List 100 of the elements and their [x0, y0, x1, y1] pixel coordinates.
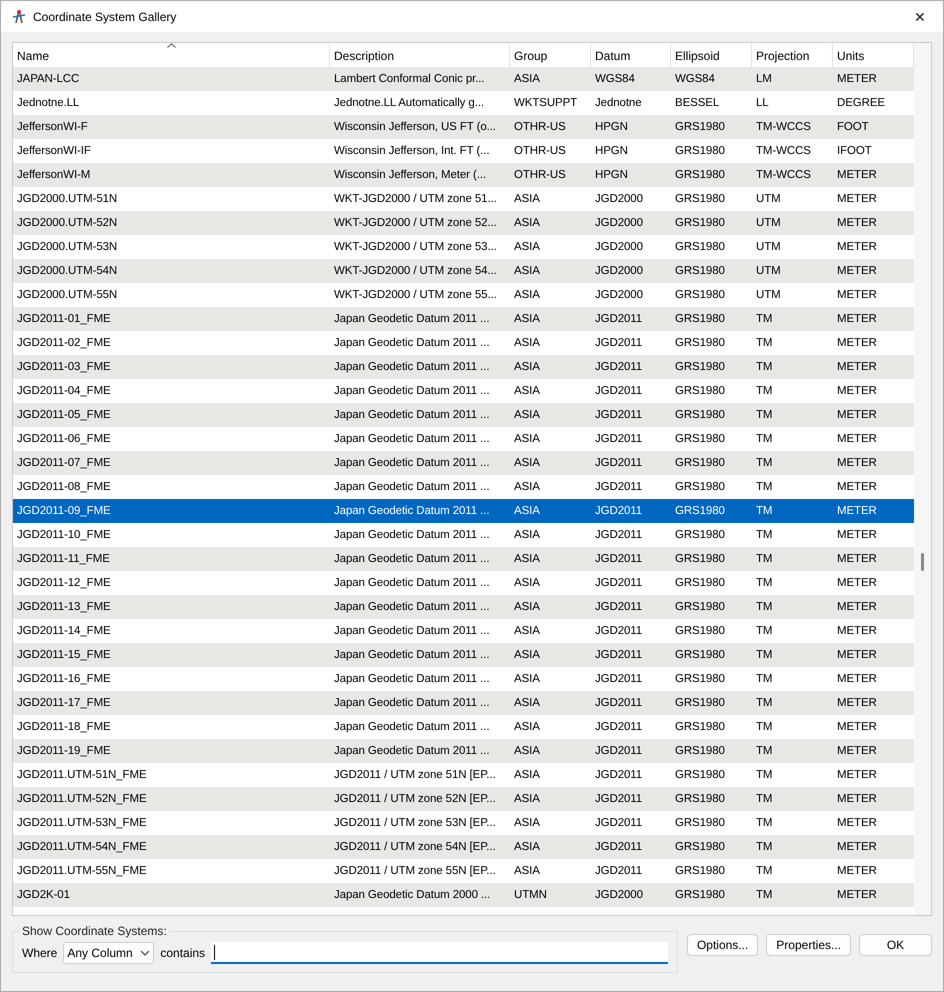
table-row[interactable]: JeffersonWI-M Wisconsin Jefferson, Meter (... OTHR-US HPGN GRS1980 TM-WCCS METER	[13, 163, 914, 187]
table-row[interactable]: JGD2011.UTM-51N_FME JGD2011 / UTM zone 51N [EP... ASIA JGD2011 GRS1980 TM METER	[13, 763, 914, 787]
table-row[interactable]: JGD2011-14_FME Japan Geodetic Datum 2011 ... ASIA JGD2011 GRS1980 TM METER	[13, 619, 914, 643]
table-cell-text: TM	[755, 361, 774, 373]
table-cell-text: HPGN	[594, 145, 629, 157]
table-row[interactable]: JGD2011-15_FME Japan Geodetic Datum 2011 ... ASIA JGD2011 GRS1980 TM METER	[13, 643, 914, 667]
table-cell-text: DEGREE	[836, 97, 886, 109]
table-row[interactable]: JGD2000.UTM-55N WKT-JGD2000 / UTM zone 55... ASIA JGD2000 GRS1980 UTM METER	[13, 283, 914, 307]
table-row[interactable]: JGD2000.UTM-51N WKT-JGD2000 / UTM zone 51... ASIA JGD2000 GRS1980 UTM METER	[13, 187, 914, 211]
table-row[interactable]: JGD2K-01 Japan Geodetic Datum 2000 ... UTMN JGD2000 GRS1980 TM METER	[13, 883, 914, 907]
table-row[interactable]: JGD2011-12_FME Japan Geodetic Datum 2011 ... ASIA JGD2011 GRS1980 TM METER	[13, 571, 914, 595]
table-row[interactable]: JGD2011-04_FME Japan Geodetic Datum 2011 ... ASIA JGD2011 GRS1980 TM METER	[13, 379, 914, 403]
table-cell-text: WKT-JGD2000 / UTM zone 55...	[333, 289, 498, 301]
dialog-button[interactable]: OK	[859, 934, 932, 956]
table-cell-text: JGD2011-05_FME	[16, 409, 112, 421]
table-cell-text: JGD2011	[594, 529, 644, 541]
table-cell-text: GRS1980	[674, 313, 726, 325]
table-cell-text: GRS1980	[674, 529, 726, 541]
table-cell-text: JGD2000	[594, 217, 644, 229]
table-cell-text: Wisconsin Jefferson, US FT (o...	[333, 121, 497, 133]
search-field[interactable]	[211, 942, 668, 964]
table-cell-text: JGD2011-16_FME	[16, 673, 112, 685]
table-cell-text: TM	[755, 625, 774, 637]
table-row[interactable]: JGD2011-08_FME Japan Geodetic Datum 2011 ... ASIA JGD2011 GRS1980 TM METER	[13, 475, 914, 499]
scrollbar[interactable]	[914, 43, 931, 915]
table-cell-text: JGD2011	[594, 481, 644, 493]
table-cell-text: JGD2011	[594, 385, 644, 397]
table-cell-text: JGD2011-09_FME	[16, 505, 112, 517]
table-cell-text: ASIA	[513, 73, 541, 85]
table-cell-text: ASIA	[513, 409, 541, 421]
table-cell-text: Wisconsin Jefferson, Meter (...	[333, 169, 487, 181]
table-row[interactable]: JGD2011-16_FME Japan Geodetic Datum 2011 ... ASIA JGD2011 GRS1980 TM METER	[13, 667, 914, 691]
table-cell-text: TM	[755, 529, 774, 541]
table-cell-text: Lambert Conformal Conic pr...	[333, 73, 486, 85]
table-row[interactable]: JGD2011-10_FME Japan Geodetic Datum 2011 ... ASIA JGD2011 GRS1980 TM METER	[13, 523, 914, 547]
table-row[interactable]: JGD2011-01_FME Japan Geodetic Datum 2011 ... ASIA JGD2011 GRS1980 TM METER	[13, 307, 914, 331]
table-cell-text: GRS1980	[674, 217, 726, 229]
table-row[interactable]: JGD2011.UTM-52N_FME JGD2011 / UTM zone 52N [EP... ASIA JGD2011 GRS1980 TM METER	[13, 787, 914, 811]
table-cell-text: JeffersonWI-IF	[16, 145, 92, 157]
table-cell-text: JGD2011-19_FME	[16, 745, 112, 757]
table-cell-text: WKT-JGD2000 / UTM zone 54...	[333, 265, 498, 277]
table-cell-text: OTHR-US	[513, 121, 567, 133]
table-row[interactable]: JGD2000.UTM-53N WKT-JGD2000 / UTM zone 53... ASIA JGD2000 GRS1980 UTM METER	[13, 235, 914, 259]
table-row[interactable]: JGD2011-06_FME Japan Geodetic Datum 2011 ... ASIA JGD2011 GRS1980 TM METER	[13, 427, 914, 451]
table-cell-text: TM	[755, 721, 774, 733]
table-cell-text: UTMN	[513, 889, 548, 901]
table-row[interactable]: JGD2000.UTM-52N WKT-JGD2000 / UTM zone 52... ASIA JGD2000 GRS1980 UTM METER	[13, 211, 914, 235]
table-cell-text: ASIA	[513, 289, 541, 301]
table-cell-text: GRS1980	[674, 385, 726, 397]
table-cell-text: GRS1980	[674, 193, 726, 205]
table-cell-text: JGD2000	[594, 889, 644, 901]
table-cell-text: JGD2011	[594, 817, 644, 829]
table-cell-text: JGD2011.UTM-51N_FME	[16, 769, 148, 781]
table-cell-text: GRS1980	[674, 601, 726, 613]
table-cell-text: JAPAN-LCC	[16, 73, 80, 85]
table-cell-text: JGD2011	[594, 865, 644, 877]
table-cell-text: METER	[836, 745, 878, 757]
table-cell-text: JGD2011-12_FME	[16, 577, 112, 589]
table-cell-text: JGD2011-01_FME	[16, 313, 112, 325]
table-row[interactable]: JAPAN-LCC Lambert Conformal Conic pr... ASIA WGS84 WGS84 LM METER	[13, 67, 914, 91]
table-cell-text: GRS1980	[674, 817, 726, 829]
column-dropdown[interactable]: Any Column	[63, 942, 154, 964]
table-cell-text: TM	[755, 337, 774, 349]
table-row[interactable]: JGD2011-13_FME Japan Geodetic Datum 2011 ... ASIA JGD2011 GRS1980 TM METER	[13, 595, 914, 619]
table-row[interactable]: JGD2011.UTM-53N_FME JGD2011 / UTM zone 53N [EP... ASIA JGD2011 GRS1980 TM METER	[13, 811, 914, 835]
table-row[interactable]: JGD2011-11_FME Japan Geodetic Datum 2011 ... ASIA JGD2011 GRS1980 TM METER	[13, 547, 914, 571]
table-row[interactable]: JGD2000.UTM-54N WKT-JGD2000 / UTM zone 54... ASIA JGD2000 GRS1980 UTM METER	[13, 259, 914, 283]
table-row[interactable]: JeffersonWI-F Wisconsin Jefferson, US FT (o... OTHR-US HPGN GRS1980 TM-WCCS FOOT	[13, 115, 914, 139]
table-row[interactable]: JGD2011-09_FME Japan Geodetic Datum 2011 ... ASIA JGD2011 GRS1980 TM METER	[13, 499, 914, 523]
table-cell-text: JGD2011	[594, 337, 644, 349]
table-row[interactable]: Jednotne.LL Jednotne.LL Automatically g... WKTSUPPT Jednotne BESSEL LL DEGREE	[13, 91, 914, 115]
table-row[interactable]: JeffersonWI-IF Wisconsin Jefferson, Int. FT (... OTHR-US HPGN GRS1980 TM-WCCS IFOOT	[13, 139, 914, 163]
table-cell-text: TM	[755, 601, 774, 613]
table-row[interactable]: JGD2011.UTM-55N_FME JGD2011 / UTM zone 55N [EP... ASIA JGD2011 GRS1980 TM METER	[13, 859, 914, 883]
table-cell-text: METER	[836, 337, 878, 349]
table-row[interactable]: JGD2011-05_FME Japan Geodetic Datum 2011 ... ASIA JGD2011 GRS1980 TM METER	[13, 403, 914, 427]
close-button[interactable]: ✕	[897, 1, 943, 32]
table-cell-text: JGD2000.UTM-55N	[16, 289, 118, 301]
dialog-button[interactable]: Properties...	[766, 934, 851, 956]
table-cell-text: OTHR-US	[513, 169, 567, 181]
table-row[interactable]: JGD2011-03_FME Japan Geodetic Datum 2011 ... ASIA JGD2011 GRS1980 TM METER	[13, 355, 914, 379]
table-cell-text: ASIA	[513, 313, 541, 325]
table-cell-text: ASIA	[513, 481, 541, 493]
table-row[interactable]: JGD2011-19_FME Japan Geodetic Datum 2011 ... ASIA JGD2011 GRS1980 TM METER	[13, 739, 914, 763]
table-row[interactable]: JGD2011.UTM-54N_FME JGD2011 / UTM zone 54N [EP... ASIA JGD2011 GRS1980 TM METER	[13, 835, 914, 859]
table-cell-text: TM	[755, 385, 774, 397]
scrollbar-thumb[interactable]	[921, 553, 924, 571]
table-cell-text: ASIA	[513, 505, 541, 517]
table-cell-text: Japan Geodetic Datum 2011 ...	[333, 553, 490, 565]
table-cell-text: JGD2011-13_FME	[16, 601, 112, 613]
table-cell-text: JGD2011-15_FME	[16, 649, 112, 661]
table-row[interactable]: JGD2011-07_FME Japan Geodetic Datum 2011 ... ASIA JGD2011 GRS1980 TM METER	[13, 451, 914, 475]
dialog-button[interactable]: Options...	[686, 934, 758, 956]
table-cell-text: ASIA	[513, 577, 541, 589]
table-cell-text: TM	[755, 409, 774, 421]
table-row[interactable]: JGD2011-18_FME Japan Geodetic Datum 2011 ... ASIA JGD2011 GRS1980 TM METER	[13, 715, 914, 739]
table-row[interactable]: JGD2011-17_FME Japan Geodetic Datum 2011 ... ASIA JGD2011 GRS1980 TM METER	[13, 691, 914, 715]
table-row[interactable]: JGD2011-02_FME Japan Geodetic Datum 2011 ... ASIA JGD2011 GRS1980 TM METER	[13, 331, 914, 355]
table-cell-text: ASIA	[513, 625, 541, 637]
table-cell-text: GRS1980	[674, 793, 726, 805]
